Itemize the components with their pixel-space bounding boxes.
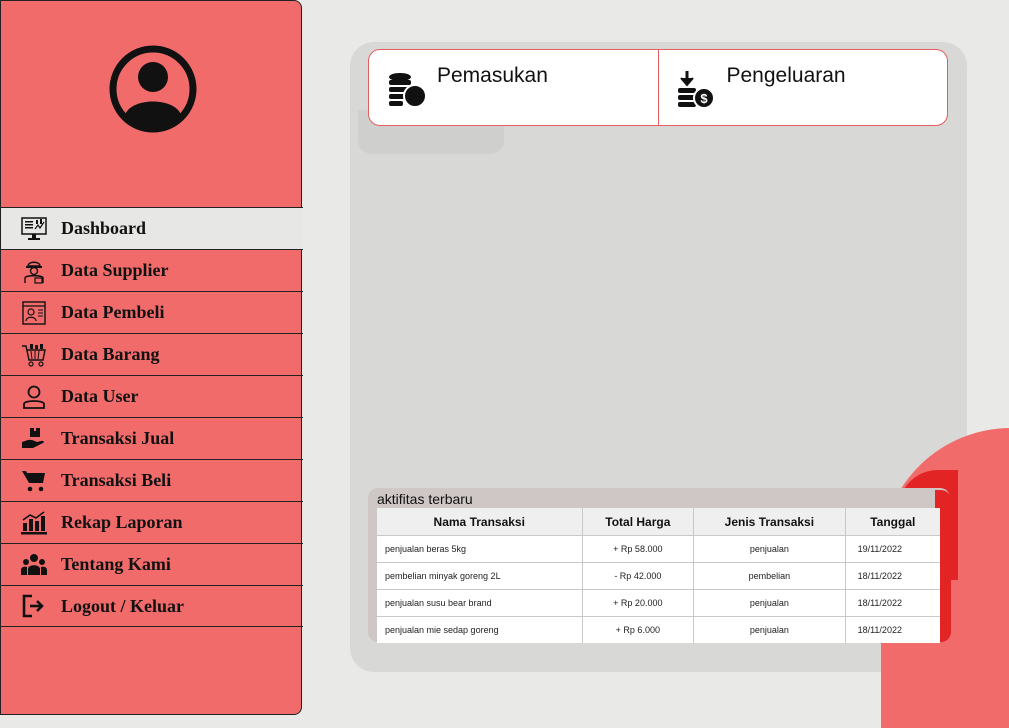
cell-total: + Rp 6.000 bbox=[582, 616, 695, 643]
cell-tanggal: 18/11/2022 bbox=[845, 562, 940, 590]
cell-nama: pembelian minyak goreng 2L bbox=[377, 562, 583, 590]
sidebar-item-label: Data Barang bbox=[61, 344, 160, 364]
sidebar-item-label: Transaksi Beli bbox=[61, 470, 172, 490]
cell-nama: penjualan beras 5kg bbox=[377, 535, 583, 563]
table-row[interactable]: penjualan beras 5kg + Rp 58.000 penjuala… bbox=[377, 535, 940, 563]
shopping-basket-icon bbox=[21, 342, 47, 368]
sidebar-menu: Dashboard Data Supplier Data Pembeli Dat… bbox=[1, 207, 303, 627]
coins-icon bbox=[389, 73, 427, 108]
table-row[interactable]: penjualan mie sedap goreng + Rp 6.000 pe… bbox=[377, 616, 940, 643]
column-header: Nama Transaksi bbox=[377, 508, 583, 536]
supplier-worker-icon bbox=[21, 258, 47, 284]
user-avatar-icon[interactable] bbox=[109, 45, 197, 133]
sidebar-item-data-supplier[interactable]: Data Supplier bbox=[1, 249, 303, 291]
user-outline-icon bbox=[21, 384, 47, 410]
activity-table: Nama Transaksi Total Harga Jenis Transak… bbox=[377, 508, 940, 643]
sidebar-item-label: Logout / Keluar bbox=[61, 595, 185, 616]
cell-jenis: penjualan bbox=[693, 535, 846, 563]
income-card-title: Pemasukan bbox=[437, 64, 548, 87]
recent-activity-title: aktifitas terbaru bbox=[377, 491, 473, 507]
sidebar-item-dashboard[interactable]: Dashboard bbox=[1, 207, 303, 249]
cart-icon bbox=[21, 468, 47, 494]
cell-tanggal: 18/11/2022 bbox=[845, 616, 940, 643]
expense-card[interactable]: $ Pengeluaran bbox=[657, 50, 948, 125]
table-row[interactable]: pembelian minyak goreng 2L - Rp 42.000 p… bbox=[377, 562, 940, 590]
buyer-profile-icon bbox=[21, 300, 47, 326]
sidebar-item-label: Data Pembeli bbox=[61, 302, 165, 322]
cell-jenis: pembelian bbox=[693, 562, 846, 590]
sidebar-item-tentang-kami[interactable]: Tentang Kami bbox=[1, 543, 303, 585]
sidebar-item-label: Data User bbox=[61, 386, 139, 406]
cell-total: - Rp 42.000 bbox=[582, 562, 695, 590]
cell-tanggal: 19/11/2022 bbox=[845, 535, 940, 563]
cell-jenis: penjualan bbox=[693, 616, 846, 643]
logout-icon bbox=[21, 593, 47, 619]
sidebar-item-data-barang[interactable]: Data Barang bbox=[1, 333, 303, 375]
column-header: Jenis Transaksi bbox=[693, 508, 846, 536]
coin-download-icon: $ bbox=[677, 71, 715, 109]
table-header-row: Nama Transaksi Total Harga Jenis Transak… bbox=[377, 508, 940, 536]
dashboard-monitor-icon bbox=[21, 216, 47, 242]
column-header: Total Harga bbox=[582, 508, 695, 536]
sidebar-item-logout[interactable]: Logout / Keluar bbox=[1, 585, 303, 627]
cell-total: + Rp 58.000 bbox=[582, 535, 695, 563]
sidebar-item-transaksi-jual[interactable]: Transaksi Jual bbox=[1, 417, 303, 459]
sidebar-item-label: Rekap Laporan bbox=[61, 512, 183, 532]
sidebar-item-data-pembeli[interactable]: Data Pembeli bbox=[1, 291, 303, 333]
sidebar-item-label: Dashboard bbox=[61, 218, 147, 238]
sidebar-item-data-user[interactable]: Data User bbox=[1, 375, 303, 417]
team-icon bbox=[21, 552, 47, 578]
hand-box-icon bbox=[21, 426, 47, 452]
table-row[interactable]: penjualan susu bear brand + Rp 20.000 pe… bbox=[377, 589, 940, 617]
sidebar-item-rekap-laporan[interactable]: Rekap Laporan bbox=[1, 501, 303, 543]
cell-total: + Rp 20.000 bbox=[582, 589, 695, 617]
income-card[interactable]: Pemasukan bbox=[369, 50, 658, 125]
sidebar: Dashboard Data Supplier Data Pembeli Dat… bbox=[0, 0, 303, 715]
sidebar-item-label: Data Supplier bbox=[61, 260, 169, 280]
sidebar-item-label: Tentang Kami bbox=[61, 554, 171, 574]
sidebar-item-label: Transaksi Jual bbox=[61, 428, 175, 448]
cell-jenis: penjualan bbox=[693, 589, 846, 617]
cell-nama: penjualan mie sedap goreng bbox=[377, 616, 583, 643]
sidebar-item-transaksi-beli[interactable]: Transaksi Beli bbox=[1, 459, 303, 501]
cell-tanggal: 18/11/2022 bbox=[845, 589, 940, 617]
expense-card-title: Pengeluaran bbox=[726, 64, 846, 87]
column-header: Tanggal bbox=[845, 508, 940, 536]
cell-nama: penjualan susu bear brand bbox=[377, 589, 583, 617]
report-chart-icon bbox=[21, 510, 47, 536]
summary-cards: Pemasukan $ Pengeluaran bbox=[368, 49, 948, 126]
svg-text:$: $ bbox=[700, 91, 708, 106]
